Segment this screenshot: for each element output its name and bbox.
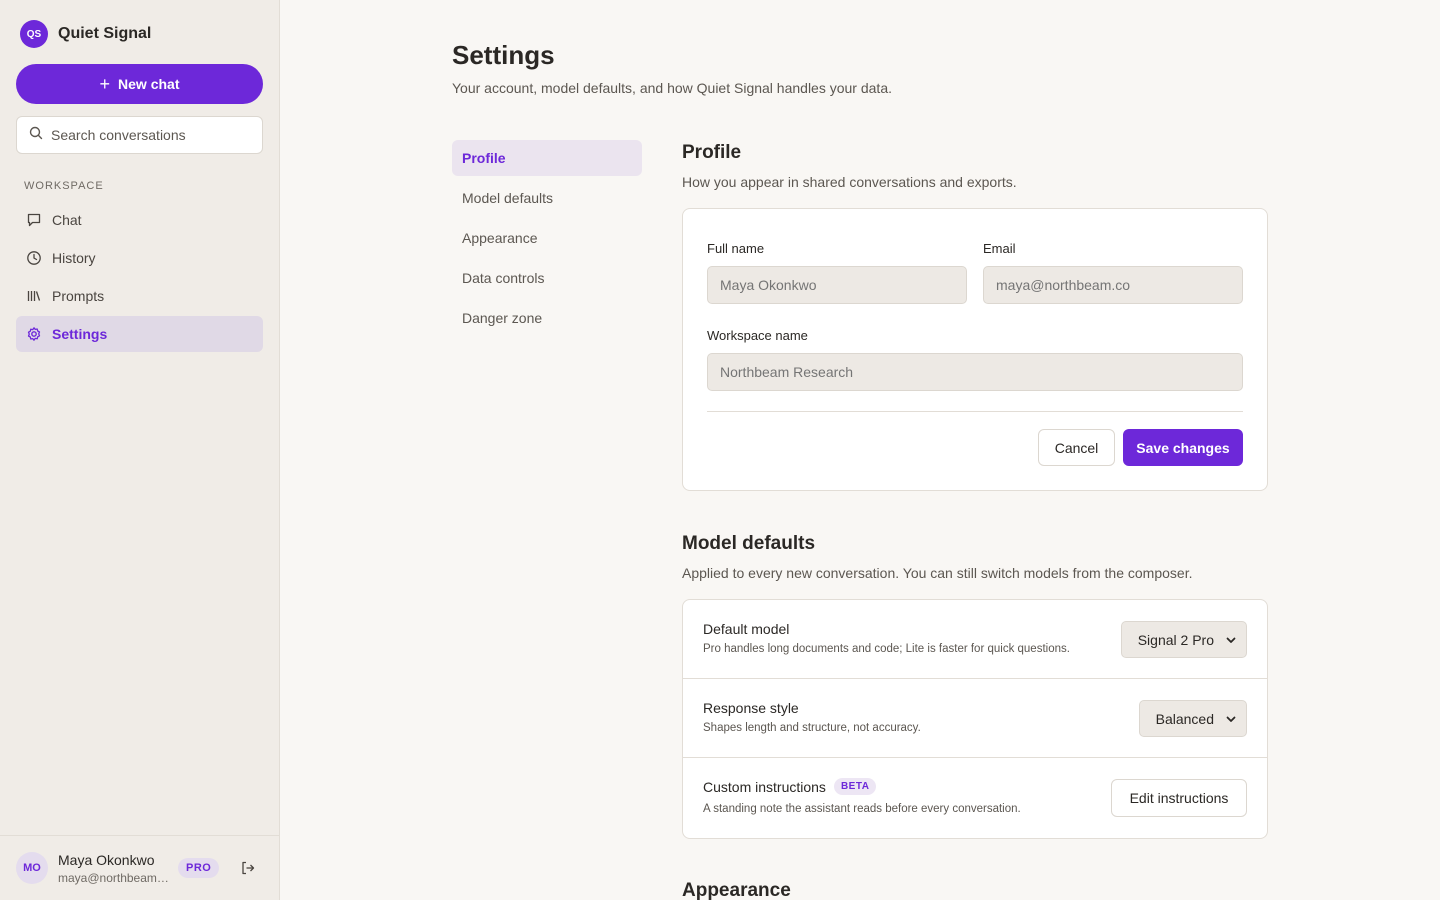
plan-badge: PRO [178, 858, 220, 878]
full-name-label: Full name [707, 241, 765, 256]
brand-logo: QS [20, 20, 48, 48]
profile-card: Full name Email Workspace name Cancel Sa… [682, 208, 1268, 491]
appearance-section-title: Appearance [682, 880, 791, 900]
custom-instructions-label: Custom instructions [703, 778, 826, 795]
sidebar-item-label: Settings [52, 326, 108, 342]
settings-nav-data-controls[interactable]: Data controls [452, 260, 642, 296]
settings-nav: Profile Model defaults Appearance Data c… [452, 140, 642, 340]
logout-icon[interactable] [239, 859, 257, 877]
custom-instructions-title: Custom instructions BETA [703, 778, 877, 795]
model-defaults-section-title: Model defaults [682, 533, 816, 554]
card-divider [707, 411, 1243, 412]
sidebar-nav: Chat History Prompts Settings [16, 202, 263, 354]
email-label: Email [983, 241, 1016, 256]
search-input[interactable] [51, 127, 251, 143]
beta-badge: BETA [833, 778, 877, 795]
default-model-title: Default model [703, 621, 789, 637]
default-model-value: Signal 2 Pro [1137, 631, 1214, 648]
custom-instructions-row: Custom instructions BETA A standing note… [683, 758, 1267, 838]
settings-nav-danger-zone[interactable]: Danger zone [452, 300, 642, 336]
response-style-title: Response style [703, 700, 799, 716]
library-icon [26, 288, 42, 304]
sidebar-item-label: History [52, 250, 96, 266]
email-field[interactable] [983, 266, 1243, 304]
profile-section-title: Profile [682, 142, 742, 163]
gear-icon [26, 326, 42, 342]
default-model-description: Pro handles long documents and code; Lit… [703, 643, 1070, 655]
user-email: maya@northbeam.... [58, 870, 170, 885]
user-name: Maya Okonkwo [58, 851, 155, 868]
new-chat-label: New chat [118, 76, 180, 92]
edit-instructions-button[interactable]: Edit instructions [1111, 779, 1247, 817]
clock-icon [26, 250, 42, 266]
settings-nav-appearance[interactable]: Appearance [452, 220, 642, 256]
default-model-row: Default model Pro handles long documents… [683, 600, 1267, 679]
page-subtitle: Your account, model defaults, and how Qu… [452, 80, 892, 96]
chevron-down-icon [1226, 632, 1236, 648]
workspace-section-label: WORKSPACE [24, 180, 104, 192]
response-style-value: Balanced [1155, 710, 1214, 727]
sidebar-item-label: Prompts [52, 288, 105, 304]
response-style-select[interactable]: Balanced [1138, 700, 1247, 737]
sidebar: QS Quiet Signal + New chat WORKSPACE Cha… [0, 0, 280, 900]
brand[interactable]: QS Quiet Signal [20, 20, 151, 48]
response-style-description: Shapes length and structure, not accurac… [703, 722, 921, 734]
response-style-row: Response style Shapes length and structu… [683, 679, 1267, 758]
new-chat-button[interactable]: + New chat [16, 64, 263, 104]
response-style-label: Response style [703, 700, 799, 716]
cancel-button[interactable]: Cancel [1038, 429, 1115, 466]
chevron-down-icon [1226, 711, 1236, 727]
save-button[interactable]: Save changes [1123, 429, 1243, 466]
search-box[interactable] [16, 116, 263, 154]
avatar[interactable]: MO [16, 852, 48, 884]
settings-nav-profile[interactable]: Profile [452, 140, 642, 176]
page-title: Settings [452, 40, 555, 70]
sidebar-item-prompts[interactable]: Prompts [16, 278, 263, 314]
default-model-label: Default model [703, 621, 790, 637]
profile-section-description: How you appear in shared conversations a… [682, 174, 1017, 190]
workspace-name-label: Workspace name [707, 328, 808, 343]
workspace-name-field[interactable] [707, 353, 1243, 391]
settings-nav-model-defaults[interactable]: Model defaults [452, 180, 642, 216]
custom-instructions-description: A standing note the assistant reads befo… [703, 803, 1021, 815]
sidebar-item-history[interactable]: History [16, 240, 263, 276]
model-defaults-section-description: Applied to every new conversation. You c… [682, 565, 1193, 581]
user-info: Maya Okonkwo maya@northbeam.... [58, 852, 170, 885]
sidebar-item-label: Chat [52, 212, 82, 228]
full-name-field[interactable] [707, 266, 967, 304]
brand-name: Quiet Signal [58, 25, 152, 42]
chat-icon [26, 212, 42, 228]
search-icon [29, 126, 43, 145]
sidebar-item-settings[interactable]: Settings [16, 316, 263, 352]
default-model-select[interactable]: Signal 2 Pro [1120, 621, 1247, 658]
user-footer: MO Maya Okonkwo maya@northbeam.... PRO [0, 835, 279, 900]
sidebar-item-chat[interactable]: Chat [16, 202, 263, 238]
plus-icon: + [99, 74, 111, 94]
model-defaults-card: Default model Pro handles long documents… [682, 599, 1268, 839]
